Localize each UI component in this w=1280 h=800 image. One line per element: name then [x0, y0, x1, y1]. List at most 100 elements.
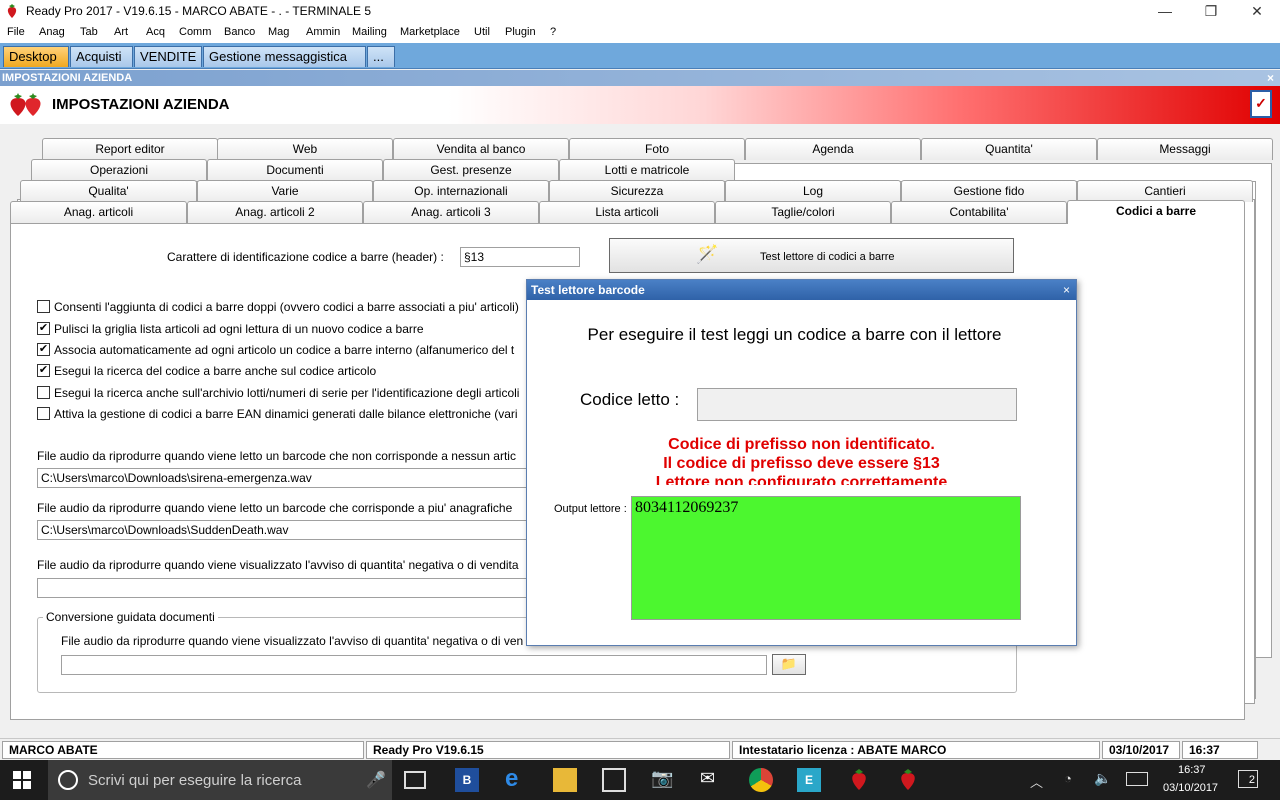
menu-banco[interactable]: Banco: [224, 26, 255, 38]
strawberry-logo-icon: [6, 92, 46, 121]
tab-report-editor[interactable]: Report editor: [42, 138, 218, 160]
tab-web[interactable]: Web: [217, 138, 393, 160]
status-license: Intestatario licenza : ABATE MARCO: [732, 741, 1100, 759]
app-tab-gestione-messaggistica[interactable]: Gestione messaggistica: [203, 46, 366, 67]
caption-title: IMPOSTAZIONI AZIENDA: [2, 72, 133, 84]
menu-util[interactable]: Util: [474, 26, 490, 38]
tab-anag-articoli-3[interactable]: Anag. articoli 3: [363, 201, 539, 223]
app-strawberry-icon: [4, 3, 20, 19]
menu-acq[interactable]: Acq: [146, 26, 165, 38]
magic-wand-icon: 🪄: [696, 244, 719, 264]
app-tab-more[interactable]: ...: [367, 46, 395, 67]
app-tab-vendite[interactable]: VENDITE: [134, 46, 202, 67]
app-tab-acquisti[interactable]: Acquisti: [70, 46, 133, 67]
menu-plugin[interactable]: Plugin: [505, 26, 536, 38]
checkbox-pulisci-label: Pulisci la griglia lista articoli ad ogn…: [54, 322, 424, 336]
microphone-icon[interactable]: 🎤: [366, 770, 386, 790]
tab-taglie-colori[interactable]: Taglie/colori: [715, 201, 891, 223]
tab-documenti[interactable]: Documenti: [207, 159, 383, 181]
browse-folder-button[interactable]: 📁: [772, 654, 806, 675]
keyboard-icon[interactable]: [1126, 772, 1148, 786]
window-caption: IMPOSTAZIONI AZIENDA ×: [0, 70, 1280, 86]
folder-icon: 📁: [780, 656, 798, 671]
clock-time[interactable]: 16:37: [1178, 764, 1206, 776]
error-line-1: Codice di prefisso non identificato.: [668, 436, 935, 453]
header-char-field[interactable]: §13: [460, 247, 580, 267]
dialog-title: Test lettore barcode: [527, 280, 1076, 300]
readypro-taskbar-icon-2[interactable]: [896, 768, 920, 792]
tab-log[interactable]: Log: [725, 180, 901, 202]
close-button[interactable]: ✕: [1234, 0, 1280, 23]
wifi-icon[interactable]: ◔: [1064, 771, 1072, 786]
clock-date[interactable]: 03/10/2017: [1163, 782, 1218, 794]
audio1-field[interactable]: C:\Users\marco\Downloads\sirena-emergenz…: [37, 468, 537, 488]
checkbox-ricerca-lotti[interactable]: [37, 386, 50, 399]
menu-art[interactable]: Art: [114, 26, 128, 38]
tab-messaggi[interactable]: Messaggi: [1097, 138, 1273, 160]
file-explorer-icon[interactable]: [553, 768, 577, 792]
checkbox-associa[interactable]: ✔: [37, 343, 50, 356]
tab-codici-a-barre[interactable]: Codici a barre: [1067, 200, 1245, 224]
audio2-field[interactable]: C:\Users\marco\Downloads\SuddenDeath.wav: [37, 520, 537, 540]
tab-gest-presenze[interactable]: Gest. presenze: [383, 159, 559, 181]
audio3-field[interactable]: [37, 578, 537, 598]
tab-anag-articoli[interactable]: Anag. articoli: [10, 201, 187, 223]
menu-marketplace[interactable]: Marketplace: [400, 26, 460, 38]
app-tab-desktop[interactable]: Desktop: [3, 46, 69, 67]
code-read-field[interactable]: [697, 388, 1017, 421]
cortana-icon: [58, 770, 78, 790]
menu-ammin[interactable]: Ammin: [306, 26, 340, 38]
store-icon[interactable]: [602, 768, 626, 792]
menu-file[interactable]: File: [7, 26, 25, 38]
notifications-icon[interactable]: 2: [1238, 770, 1258, 788]
task-view-icon[interactable]: [404, 771, 426, 789]
menu-comm[interactable]: Comm: [179, 26, 211, 38]
menu-anag[interactable]: Anag: [39, 26, 65, 38]
audio4-field[interactable]: [61, 655, 767, 675]
e-app-icon[interactable]: E: [797, 768, 821, 792]
maximize-button[interactable]: ❐: [1188, 0, 1234, 23]
menu-help[interactable]: ?: [550, 26, 556, 38]
dialog-close-button[interactable]: ×: [1063, 280, 1070, 300]
tab-varie[interactable]: Varie: [197, 180, 373, 202]
edge-icon[interactable]: e: [505, 767, 529, 792]
mail-icon[interactable]: ✉: [700, 768, 724, 792]
chrome-icon[interactable]: [749, 768, 773, 792]
test-barcode-reader-button[interactable]: 🪄 Test lettore di codici a barre: [609, 238, 1014, 273]
caption-close-button[interactable]: ×: [1267, 70, 1274, 86]
tab-anag-articoli-2[interactable]: Anag. articoli 2: [187, 201, 363, 223]
minimize-button[interactable]: —: [1142, 0, 1188, 23]
checkbox-pulisci[interactable]: ✔: [37, 322, 50, 335]
tab-operazioni[interactable]: Operazioni: [31, 159, 207, 181]
checklist-icon[interactable]: ✓: [1250, 90, 1272, 118]
tab-quantita[interactable]: Quantita': [921, 138, 1097, 160]
tab-qualita[interactable]: Qualita': [20, 180, 197, 202]
tab-vendita-al-banco[interactable]: Vendita al banco: [393, 138, 569, 160]
menu-tab[interactable]: Tab: [80, 26, 98, 38]
checkbox-ricerca-codice[interactable]: ✔: [37, 364, 50, 377]
tab-lista-articoli[interactable]: Lista articoli: [539, 201, 715, 223]
tab-agenda[interactable]: Agenda: [745, 138, 921, 160]
audio4-label: File audio da riprodurre quando viene vi…: [61, 634, 524, 648]
volume-icon[interactable]: 🔈: [1094, 770, 1111, 787]
menu-mailing[interactable]: Mailing: [352, 26, 387, 38]
readypro-taskbar-icon-1[interactable]: [847, 768, 871, 792]
camera-icon[interactable]: 📷: [651, 768, 675, 792]
test-button-label: Test lettore di codici a barre: [760, 251, 895, 263]
tab-contabilita[interactable]: Contabilita': [891, 201, 1067, 223]
output-area[interactable]: 8034112069237: [631, 496, 1021, 620]
windows-start-icon[interactable]: [13, 771, 31, 792]
tab-gestione-fido[interactable]: Gestione fido: [901, 180, 1077, 202]
tab-op-internazionali[interactable]: Op. internazionali: [373, 180, 549, 202]
menu-mag[interactable]: Mag: [268, 26, 289, 38]
tab-sicurezza[interactable]: Sicurezza: [549, 180, 725, 202]
tab-lotti-e-matricole[interactable]: Lotti e matricole: [559, 159, 735, 181]
audio2-label: File audio da riprodurre quando viene le…: [37, 501, 513, 515]
checkbox-ean-dinamici[interactable]: [37, 407, 50, 420]
chevron-up-icon[interactable]: ︿: [1030, 772, 1043, 791]
error-message: Codice di prefisso non identificato. Il …: [527, 435, 1076, 485]
tab-foto[interactable]: Foto: [569, 138, 745, 160]
b-app-icon[interactable]: B: [455, 768, 479, 792]
checkbox-doppi[interactable]: [37, 300, 50, 313]
tab-cantieri[interactable]: Cantieri: [1077, 180, 1253, 202]
